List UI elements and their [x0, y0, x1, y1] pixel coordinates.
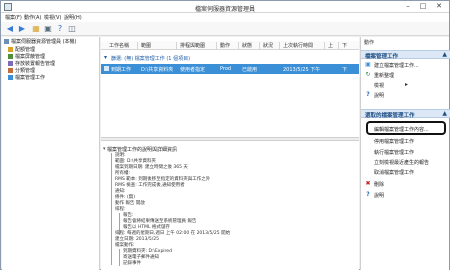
highlight-annotation: [366, 121, 446, 135]
action-help[interactable]: ? 說明: [361, 91, 450, 100]
report-icon: [8, 61, 13, 66]
view-icon: [365, 82, 371, 88]
delete-icon: ✖: [365, 180, 371, 187]
cell-next: 下: [342, 67, 348, 73]
task-icon: [8, 75, 13, 80]
create-icon: ▣: [365, 61, 371, 68]
action-disable-task[interactable]: 停用檔案管理工作: [361, 137, 450, 145]
navigation-tree: 檔案伺服器資源管理員 (本機) 配額管理 檔案屏蔽管理 存放裝置報告管理 分類管…: [2, 37, 100, 270]
col-next[interactable]: 下: [342, 42, 347, 49]
action-help-2[interactable]: ? 說明: [361, 191, 450, 200]
action-view[interactable]: 檢視 ▸: [361, 81, 450, 89]
help-icon: ?: [366, 191, 370, 198]
cell-action: Prod: [220, 66, 232, 72]
title-bar: 檔案伺服器資源管理員 – □ ✕: [1, 1, 449, 13]
submenu-arrow-icon: ▸: [405, 81, 409, 88]
tree-line: [119, 249, 120, 266]
menu-bar: 檔案(F) 動作(A) 檢視(V) 說明(H): [1, 13, 449, 22]
action-cancel-task[interactable]: 取消檔案管理工作: [361, 168, 450, 176]
col-condition[interactable]: 狀況: [263, 42, 273, 49]
help-icon[interactable]: ?: [55, 24, 65, 34]
detail-pane: ▾ 檔案管理工作的說明與詳細資訊 說明: 範圍: D:\共享資料夾 檔案到期日期…: [101, 141, 359, 270]
col-action[interactable]: 動作: [220, 42, 230, 49]
refresh-icon: ↻: [365, 71, 371, 78]
collapse-up-icon[interactable]: ▲: [442, 110, 447, 117]
col-last-run[interactable]: 上次執行時間: [283, 42, 313, 49]
column-divider: [137, 42, 138, 49]
close-icon[interactable]: ✕: [432, 2, 446, 11]
tree-item-tasks[interactable]: 檔案管理工作: [8, 75, 45, 82]
table-row[interactable]: 到期工作 D:\共享資料夾 使用者指定 Prod 已啟用 2013/5/25 下…: [101, 64, 359, 74]
minimize-icon[interactable]: –: [401, 2, 415, 11]
task-row-icon: [104, 66, 109, 71]
menu-action[interactable]: 動作(A): [24, 14, 41, 21]
menu-help[interactable]: 說明(H): [64, 14, 82, 21]
panel-icon[interactable]: ◫: [67, 24, 77, 34]
filter-note: ▾ 篩選: (無) 檔案管理工作 (1 個項目): [104, 54, 191, 62]
column-divider: [216, 42, 217, 49]
action-run-task[interactable]: 執行檔案管理工作: [361, 148, 450, 156]
server-icon: [4, 39, 9, 44]
column-divider: [238, 42, 239, 49]
cell-scope: D:\共享資料夾: [141, 67, 174, 73]
col-prev[interactable]: 上: [328, 42, 333, 49]
menu-file[interactable]: 檔案(F): [5, 14, 22, 21]
folder-icon[interactable]: ▦: [31, 24, 41, 34]
detail-title: 檔案管理工作的說明與詳細資訊: [107, 147, 178, 153]
app-window: 檔案伺服器資源管理員 – □ ✕ 檔案(F) 動作(A) 檢視(V) 說明(H)…: [0, 0, 450, 270]
cell-status: 已啟用: [242, 67, 258, 73]
back-icon[interactable]: ◀: [5, 24, 15, 34]
col-scope[interactable]: 範圍: [141, 42, 151, 49]
classification-icon: [8, 68, 13, 73]
detail-line: 記錄事件: [123, 261, 141, 266]
col-status[interactable]: 狀態: [242, 42, 252, 49]
col-schedule[interactable]: 排程與範圍: [180, 42, 205, 49]
tree-item-classification[interactable]: 分類管理: [8, 68, 35, 75]
column-divider: [176, 42, 177, 49]
tree-item-reports[interactable]: 存放裝置報告管理: [8, 61, 55, 68]
actions-header: 動作: [364, 40, 375, 46]
menu-view[interactable]: 檢視(V): [44, 14, 61, 21]
cell-name: 到期工作: [111, 67, 132, 73]
column-divider: [338, 42, 339, 49]
quota-icon: [8, 47, 13, 52]
cell-last-run: 2013/5/25 下午: [283, 67, 321, 73]
tree-line: [111, 153, 112, 265]
filter-icon: ▾: [104, 54, 108, 61]
action-refresh[interactable]: ↻ 重新整理: [361, 71, 450, 80]
cell-schedule: 使用者指定: [180, 67, 206, 73]
tree-item-root[interactable]: 檔案伺服器資源管理員 (本機): [4, 39, 77, 46]
tree-item-screen[interactable]: 檔案屏蔽管理: [8, 54, 45, 61]
action-group-tasks[interactable]: 檔案管理工作 ▲: [361, 50, 450, 60]
toolbar: ◀ ▶ ▦ ▣ ? ◫: [1, 22, 449, 36]
column-divider: [324, 42, 325, 49]
action-view-report[interactable]: 立刻檢視最近產生的報告: [361, 158, 450, 166]
task-list-pane: 工作名稱 範圍 排程與範圍 動作 狀態 狀況 上次執行時間 上 下 ▾ 篩選: …: [101, 37, 359, 270]
column-divider: [279, 42, 280, 49]
help-icon: ?: [366, 91, 370, 98]
action-create-task[interactable]: ▣ 建立檔案管理工作...: [361, 61, 450, 70]
collapse-up-icon[interactable]: ▲: [442, 51, 447, 58]
maximize-icon[interactable]: □: [416, 2, 430, 11]
column-divider: [259, 42, 260, 49]
tree-item-quota[interactable]: 配額管理: [8, 47, 35, 54]
screen-icon: [8, 54, 13, 59]
collapse-icon[interactable]: ▾: [103, 146, 106, 152]
col-name[interactable]: 工作名稱: [109, 42, 129, 49]
action-delete[interactable]: ✖ 刪除: [361, 180, 450, 189]
action-group-selected[interactable]: 選取的檔案管理工作 ▲: [361, 109, 450, 119]
properties-icon[interactable]: ▣: [43, 24, 53, 34]
column-header: 工作名稱 範圍 排程與範圍 動作 狀態 狀況 上次執行時間 上 下: [101, 41, 359, 50]
window-title: 檔案伺服器資源管理員: [194, 6, 255, 13]
actions-pane: 動作 檔案管理工作 ▲ ▣ 建立檔案管理工作... ↻ 重新整理 檢視 ▸ ? …: [360, 37, 450, 270]
forward-icon[interactable]: ▶: [17, 24, 27, 34]
